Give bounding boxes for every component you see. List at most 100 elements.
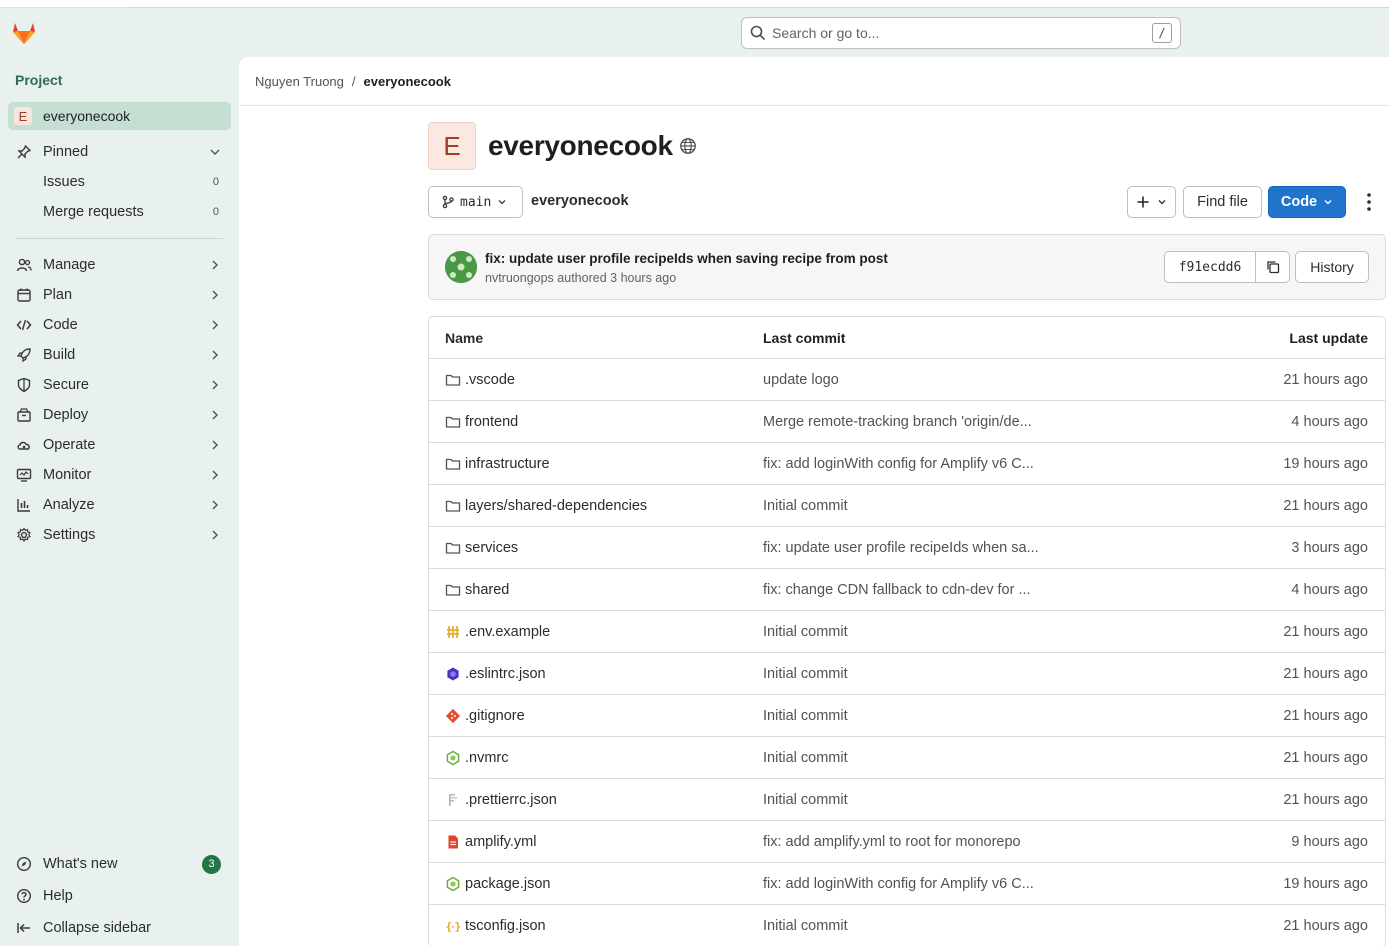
more-actions-icon[interactable] xyxy=(1364,192,1374,212)
sidebar-collapse[interactable]: Collapse sidebar xyxy=(8,913,231,943)
nodejs-icon xyxy=(445,750,461,766)
file-name-cell[interactable]: package.json xyxy=(445,876,550,892)
search-bar[interactable]: / xyxy=(741,17,1181,49)
file-last-commit[interactable]: fix: add loginWith config for Amplify v6… xyxy=(763,876,1034,892)
sidebar-item-settings[interactable]: Settings xyxy=(8,520,231,550)
file-last-commit[interactable]: update logo xyxy=(763,372,839,388)
rocket-icon xyxy=(16,347,32,363)
env-file-icon xyxy=(445,624,461,640)
sidebar-item-label: Analyze xyxy=(43,497,95,513)
table-row[interactable]: .nvmrc Initial commit 21 hours ago xyxy=(429,737,1385,779)
find-file-button[interactable]: Find file xyxy=(1183,186,1262,218)
table-row[interactable]: shared fix: change CDN fallback to cdn-de… xyxy=(429,569,1385,611)
sidebar-item-build[interactable]: Build xyxy=(8,340,231,370)
chevron-right-icon xyxy=(212,530,218,540)
file-last-commit[interactable]: Initial commit xyxy=(763,624,848,640)
repo-path-label[interactable]: everyonecook xyxy=(531,193,629,209)
file-name-cell[interactable]: .gitignore xyxy=(445,708,525,724)
file-last-commit[interactable]: fix: add loginWith config for Amplify v6… xyxy=(763,456,1034,472)
breadcrumb: Nguyen Truong / everyonecook xyxy=(255,74,451,89)
collapse-icon xyxy=(16,920,32,936)
file-last-commit[interactable]: Initial commit xyxy=(763,918,848,934)
add-dropdown-button[interactable] xyxy=(1127,186,1176,218)
table-row[interactable]: {} tsconfig.json Initial commit 21 hours ag… xyxy=(429,905,1385,946)
file-name-cell[interactable]: .env.example xyxy=(445,624,550,640)
sidebar-help[interactable]: Help xyxy=(8,881,231,911)
file-last-commit[interactable]: Merge remote-tracking branch 'origin/de.… xyxy=(763,414,1032,430)
table-row[interactable]: .env.example Initial commit 21 hours ago xyxy=(429,611,1385,653)
svg-text:{: { xyxy=(446,920,453,933)
sidebar-pinned-toggle[interactable]: Pinned xyxy=(8,137,231,167)
sidebar-item-operate[interactable]: Operate xyxy=(8,430,231,460)
yaml-file-icon xyxy=(445,834,461,850)
file-name-cell[interactable]: {} tsconfig.json xyxy=(445,918,546,934)
table-row[interactable]: infrastructure fix: add loginWith config … xyxy=(429,443,1385,485)
file-last-commit[interactable]: Initial commit xyxy=(763,792,848,808)
sidebar-whats-new[interactable]: What's new 3 xyxy=(8,849,231,879)
table-row[interactable]: .prettierrc.json Initial commit 21 hours a… xyxy=(429,779,1385,821)
file-last-commit[interactable]: fix: update user profile recipeIds when … xyxy=(763,540,1039,556)
file-last-commit[interactable]: fix: change CDN fallback to cdn-dev for … xyxy=(763,582,1031,598)
sidebar-item-analyze[interactable]: Analyze xyxy=(8,490,231,520)
file-name-cell[interactable]: amplify.yml xyxy=(445,834,536,850)
project-avatar: E xyxy=(14,107,32,125)
sidebar-item-merge-requests[interactable]: Merge requests 0 xyxy=(8,197,231,227)
search-input[interactable] xyxy=(772,25,1152,41)
file-name-cell[interactable]: shared xyxy=(445,582,509,598)
sidebar-item-monitor[interactable]: Monitor xyxy=(8,460,231,490)
sidebar-item-label: Monitor xyxy=(43,467,92,483)
file-name-cell[interactable]: layers/shared-dependencies xyxy=(445,498,647,514)
branch-selector[interactable]: main xyxy=(428,186,523,218)
sidebar-item-code[interactable]: Code xyxy=(8,310,231,340)
table-row[interactable]: layers/shared-dependencies Initial commit… xyxy=(429,485,1385,527)
file-last-commit[interactable]: Initial commit xyxy=(763,498,848,514)
page-title: everyonecook xyxy=(488,130,673,161)
commit-author[interactable]: nvtruongops xyxy=(485,271,554,285)
folder-icon xyxy=(445,414,461,430)
file-last-commit[interactable]: Initial commit xyxy=(763,750,848,766)
file-last-commit[interactable]: Initial commit xyxy=(763,708,848,724)
code-button[interactable]: Code xyxy=(1268,186,1346,218)
commit-sha[interactable]: f91ecdd6 xyxy=(1164,251,1256,283)
breadcrumb-project[interactable]: everyonecook xyxy=(364,74,451,89)
sidebar-item-plan[interactable]: Plan xyxy=(8,280,231,310)
file-name-cell[interactable]: .vscode xyxy=(445,372,515,388)
whats-new-label: What's new xyxy=(43,856,118,872)
file-last-update: 21 hours ago xyxy=(1283,623,1368,640)
file-last-commit[interactable]: Initial commit xyxy=(763,666,848,682)
table-row[interactable]: .vscode update logo 21 hours ago xyxy=(429,359,1385,401)
file-name: .vscode xyxy=(465,371,515,388)
folder-icon xyxy=(445,498,461,514)
sidebar-item-deploy[interactable]: Deploy xyxy=(8,400,231,430)
file-name-cell[interactable]: frontend xyxy=(445,414,518,430)
file-name-cell[interactable]: .nvmrc xyxy=(445,750,509,766)
table-row[interactable]: .gitignore Initial commit 21 hours ago xyxy=(429,695,1385,737)
file-rows: .vscode update logo 21 hours ago frontend Me… xyxy=(429,359,1385,946)
file-last-commit[interactable]: fix: add amplify.yml to root for monorep… xyxy=(763,834,1021,850)
table-row[interactable]: package.json fix: add loginWith config fo… xyxy=(429,863,1385,905)
monitor-icon xyxy=(16,467,32,483)
author-avatar[interactable] xyxy=(445,251,477,283)
file-name-cell[interactable]: .eslintrc.json xyxy=(445,666,546,682)
sidebar-project-item[interactable]: E everyonecook xyxy=(8,102,231,130)
sidebar-item-label: Merge requests xyxy=(43,204,144,220)
copy-sha-button[interactable] xyxy=(1256,251,1290,283)
sidebar-item-secure[interactable]: Secure xyxy=(8,370,231,400)
sidebar-item-manage[interactable]: Manage xyxy=(8,250,231,280)
commit-sha-group: f91ecdd6 xyxy=(1164,251,1290,283)
gitlab-logo-icon[interactable] xyxy=(10,19,38,47)
file-name: layers/shared-dependencies xyxy=(465,497,648,514)
history-button[interactable]: History xyxy=(1295,251,1369,283)
chevron-down-icon xyxy=(210,149,220,155)
breadcrumb-owner[interactable]: Nguyen Truong xyxy=(255,74,344,89)
file-last-update: 21 hours ago xyxy=(1283,497,1368,514)
file-name-cell[interactable]: services xyxy=(445,540,518,556)
table-row[interactable]: .eslintrc.json Initial commit 21 hours ago xyxy=(429,653,1385,695)
sidebar-item-issues[interactable]: Issues 0 xyxy=(8,167,231,197)
table-row[interactable]: frontend Merge remote-tracking branch 'or… xyxy=(429,401,1385,443)
table-row[interactable]: services fix: update user profile recipeI… xyxy=(429,527,1385,569)
file-name-cell[interactable]: .prettierrc.json xyxy=(445,792,557,808)
commit-message[interactable]: fix: update user profile recipeIds when … xyxy=(485,251,888,266)
table-row[interactable]: amplify.yml fix: add amplify.yml to root … xyxy=(429,821,1385,863)
file-name-cell[interactable]: infrastructure xyxy=(445,456,550,472)
